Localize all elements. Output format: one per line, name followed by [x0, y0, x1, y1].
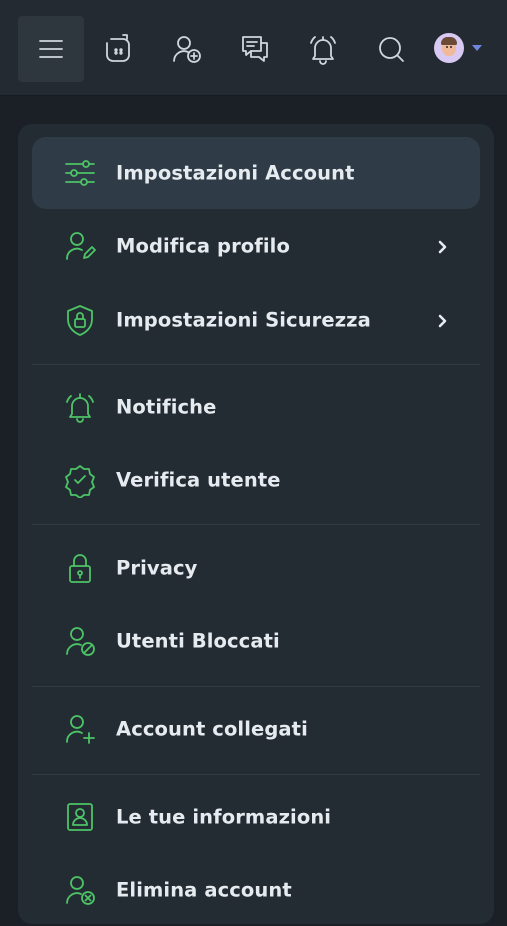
- menu-item-label: Impostazioni Account: [116, 161, 355, 185]
- user-edit-icon: [62, 228, 98, 264]
- notifications-icon: [310, 36, 336, 65]
- user-delete-icon: [62, 872, 98, 908]
- menu-item-label: Verifica utente: [116, 468, 281, 492]
- menu-item-your-information[interactable]: Le tue informazioni: [32, 781, 480, 853]
- user-blocked-icon: [62, 623, 98, 659]
- stories-button[interactable]: [86, 16, 152, 82]
- menu-item-label: Notifiche: [116, 395, 217, 419]
- menu-item-edit-profile[interactable]: Modifica profilo: [32, 210, 480, 282]
- top-navigation-bar: [0, 0, 507, 96]
- divider: [32, 524, 480, 525]
- user-avatar[interactable]: [434, 33, 464, 63]
- notifications-button[interactable]: [290, 16, 356, 82]
- profile-menu[interactable]: [434, 30, 490, 66]
- user-plus-icon: [62, 711, 98, 747]
- settings-menu-panel: Impostazioni Account Modifica profilo Im…: [18, 124, 494, 924]
- menu-button[interactable]: [18, 16, 84, 82]
- shield-lock-icon: [62, 302, 98, 338]
- menu-item-label: Account collegati: [116, 717, 308, 741]
- messages-button[interactable]: [222, 16, 288, 82]
- messages-icon: [242, 36, 268, 62]
- menu-item-delete-account[interactable]: Elimina account: [32, 854, 480, 926]
- menu-icon: [39, 40, 63, 58]
- chevron-down-icon: [472, 45, 482, 51]
- verified-badge-icon: [62, 462, 98, 499]
- menu-item-linked-accounts[interactable]: Account collegati: [32, 693, 480, 765]
- sliders-icon: [62, 155, 98, 191]
- menu-item-label: Modifica profilo: [116, 234, 290, 258]
- lock-icon: [62, 550, 98, 586]
- search-button[interactable]: [358, 16, 424, 82]
- bell-icon: [62, 389, 98, 425]
- divider: [32, 686, 480, 687]
- menu-item-label: Le tue informazioni: [116, 805, 332, 829]
- menu-item-security-settings[interactable]: Impostazioni Sicurezza: [32, 284, 480, 356]
- menu-item-user-verification[interactable]: Verifica utente: [32, 444, 480, 516]
- search-icon: [379, 37, 404, 62]
- divider: [32, 774, 480, 775]
- menu-item-privacy[interactable]: Privacy: [32, 532, 480, 604]
- menu-item-account-settings[interactable]: Impostazioni Account: [32, 137, 480, 209]
- menu-item-label: Privacy: [116, 556, 198, 580]
- menu-item-notifications[interactable]: Notifiche: [32, 371, 480, 443]
- chevron-right-icon: [436, 239, 450, 254]
- menu-item-label: Elimina account: [116, 878, 292, 902]
- id-card-icon: [62, 799, 98, 835]
- menu-item-blocked-users[interactable]: Utenti Bloccati: [32, 605, 480, 677]
- divider: [32, 364, 480, 365]
- chevron-right-icon: [436, 313, 450, 328]
- menu-item-label: Utenti Bloccati: [116, 629, 280, 653]
- stories-icon: [106, 34, 130, 62]
- add-friend-button[interactable]: [154, 16, 220, 82]
- add-friend-icon: [173, 36, 201, 63]
- menu-item-label: Impostazioni Sicurezza: [116, 308, 371, 332]
